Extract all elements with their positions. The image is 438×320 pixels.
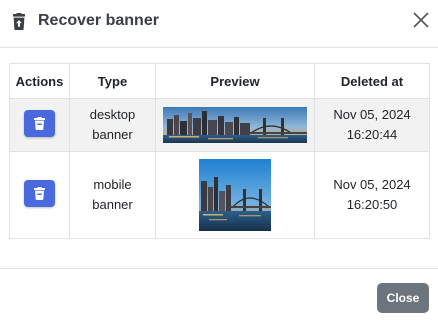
type-text: mobile (93, 177, 132, 192)
delete-button[interactable] (24, 110, 55, 137)
banner-preview-image (199, 159, 271, 231)
table-header-row: Actions Type Preview Deleted at (9, 63, 430, 99)
deleted-date: Nov 05, 2024 (333, 107, 411, 122)
header-preview: Preview (155, 63, 315, 99)
modal-header: Recover banner (0, 0, 438, 48)
actions-cell (9, 98, 70, 152)
trash-icon (34, 187, 45, 200)
type-cell: desktop banner (69, 98, 156, 152)
deleted-at-cell: Nov 05, 2024 16:20:44 (314, 98, 430, 152)
modal-footer (0, 268, 438, 320)
modal-title: Recover banner (38, 12, 159, 29)
type-text: banner (92, 197, 133, 212)
deleted-banners-table: Actions Type Preview Deleted at desktop … (9, 63, 430, 239)
header-actions: Actions (9, 63, 70, 99)
close-button[interactable]: Close (377, 283, 429, 313)
recover-banner-modal: Recover banner Actions Type Preview Dele… (0, 0, 438, 320)
type-cell: mobile banner (69, 151, 156, 239)
trash-icon (34, 117, 45, 130)
close-icon[interactable] (412, 11, 430, 29)
banner-preview-image (163, 107, 307, 143)
actions-cell (9, 151, 70, 239)
table-row: mobile banner Nov 05, 2024 16:20:50 (9, 151, 430, 239)
preview-cell (155, 98, 315, 152)
header-deleted-at: Deleted at (314, 63, 430, 99)
deleted-time: 16:20:44 (346, 127, 398, 142)
header-type: Type (69, 63, 156, 99)
deleted-time: 16:20:50 (346, 197, 398, 212)
table-row: desktop banner Nov 05, 2024 16:20:44 (9, 98, 430, 152)
preview-cell (155, 151, 315, 239)
trash-restore-icon (13, 13, 25, 30)
delete-button[interactable] (24, 180, 55, 207)
type-text: desktop (89, 107, 136, 122)
type-text: banner (92, 127, 133, 142)
deleted-at-cell: Nov 05, 2024 16:20:50 (314, 151, 430, 239)
deleted-date: Nov 05, 2024 (333, 177, 411, 192)
